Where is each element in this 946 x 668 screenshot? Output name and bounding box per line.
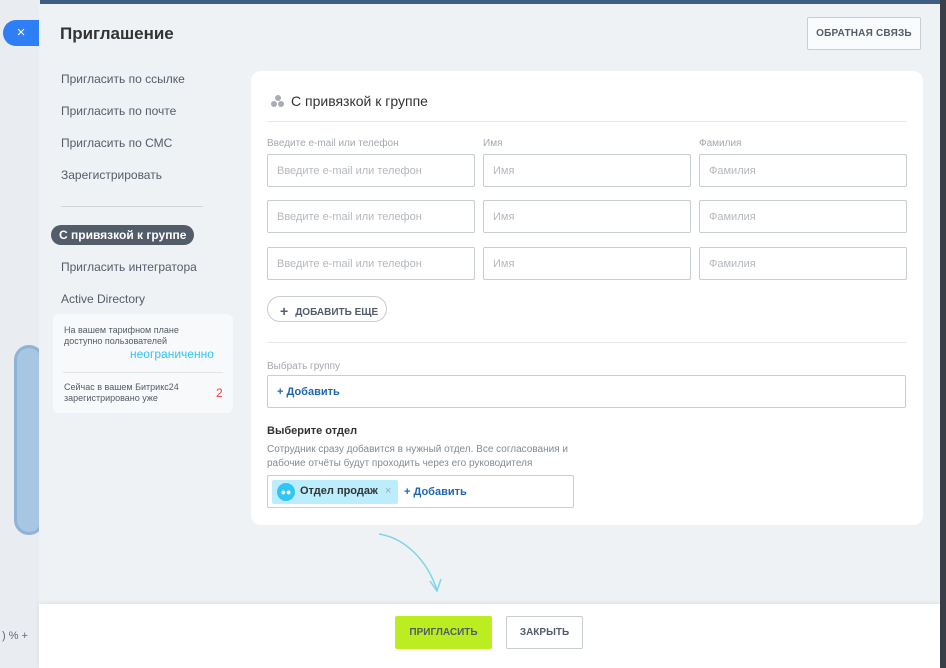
remove-tag-icon[interactable]: × [385, 485, 391, 497]
name-field[interactable]: Имя [483, 200, 691, 233]
plus-icon: + [280, 303, 289, 319]
contact-field[interactable]: Введите e-mail или телефон [267, 154, 475, 187]
surname-field[interactable]: Фамилия [699, 200, 907, 233]
background-left-column [0, 0, 40, 668]
form-divider [267, 342, 906, 343]
plan-info-box: На вашем тарифном плане доступно пользов… [53, 314, 233, 413]
department-description: Сотрудник сразу добавится в нужный отдел… [267, 444, 569, 469]
section-title-text: С привязкой к группе [291, 93, 428, 109]
invite-button[interactable]: ПРИГЛАСИТЬ [395, 616, 492, 649]
contact-column-label: Введите e-mail или телефон [267, 138, 399, 149]
background-zoom-control[interactable]: ) % + [0, 622, 40, 652]
surname-field[interactable]: Фамилия [699, 154, 907, 187]
sidebar-divider [61, 206, 203, 207]
group-label: Выбрать группу [267, 361, 340, 372]
sidebar-item-invite-link[interactable]: Пригласить по ссылке [61, 72, 185, 86]
registered-info-value: 2 [216, 386, 223, 400]
sidebar-item-integrator[interactable]: Пригласить интегратора [61, 260, 197, 274]
name-field[interactable]: Имя [483, 247, 691, 280]
department-add-link[interactable]: + Добавить [404, 486, 467, 498]
sidebar-item-invite-sms[interactable]: Пригласить по СМС [61, 136, 172, 150]
group-selector[interactable]: + Добавить [267, 375, 906, 408]
registered-info-text: Сейчас в вашем Битрикс24 зарегистрирован… [64, 382, 179, 403]
department-title: Выберите отдел [267, 425, 358, 437]
page-title: Приглашение [60, 24, 174, 43]
sidebar-item-invite-email[interactable]: Пригласить по почте [61, 104, 176, 118]
section-divider [267, 121, 906, 122]
plan-info-text: На вашем тарифном плане доступно пользов… [64, 325, 179, 346]
name-field[interactable]: Имя [483, 154, 691, 187]
contact-field[interactable]: Введите e-mail или телефон [267, 200, 475, 233]
sidebar-item-active-directory[interactable]: Active Directory [61, 292, 145, 306]
feedback-button[interactable]: ОБРАТНАЯ СВЯЗЬ [807, 17, 921, 50]
department-tag-label: Отдел продаж [300, 485, 378, 497]
close-icon: × [16, 24, 26, 41]
users-icon: ●● [277, 483, 295, 501]
section-title: С привязкой к группе [271, 93, 428, 109]
close-button[interactable]: ЗАКРЫТЬ [506, 616, 583, 649]
contact-field[interactable]: Введите e-mail или телефон [267, 247, 475, 280]
info-divider [63, 372, 223, 373]
background-right-edge [940, 0, 946, 668]
group-add-link[interactable]: + Добавить [277, 386, 340, 398]
plan-info-value: неограниченно [130, 347, 214, 361]
group-icon [271, 95, 285, 107]
department-selector[interactable]: ●● Отдел продаж × + Добавить [267, 475, 574, 508]
add-more-label: ДОБАВИТЬ ЕЩЕ [295, 307, 379, 318]
hint-arrow-icon [378, 533, 442, 593]
sidebar-item-group[interactable]: С привязкой к группе [51, 225, 195, 245]
add-more-button[interactable]: + ДОБАВИТЬ ЕЩЕ [267, 296, 387, 322]
footer-bar: ПРИГЛАСИТЬ ЗАКРЫТЬ [39, 604, 940, 668]
surname-column-label: Фамилия [699, 138, 742, 149]
name-column-label: Имя [483, 138, 503, 149]
invite-slider: Приглашение ОБРАТНАЯ СВЯЗЬ Пригласить по… [39, 4, 940, 668]
invite-form-panel: С привязкой к группе Введите e-mail или … [251, 71, 923, 525]
sidebar-item-register[interactable]: Зарегистрировать [61, 168, 162, 182]
close-slider-button[interactable]: × [3, 20, 39, 46]
surname-field[interactable]: Фамилия [699, 247, 907, 280]
department-tag[interactable]: ●● Отдел продаж × [272, 480, 398, 504]
